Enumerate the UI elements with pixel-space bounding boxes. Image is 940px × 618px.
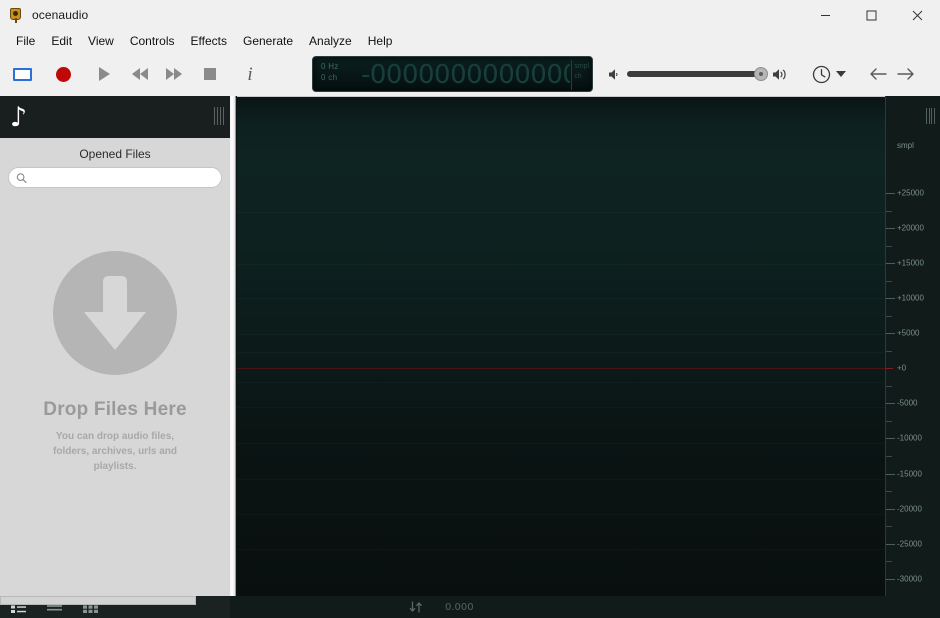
ruler-label: +10000 — [897, 293, 924, 303]
lcd-unit-info: smpl ch — [574, 62, 589, 82]
play-icon — [98, 67, 110, 81]
maximize-button[interactable] — [848, 0, 894, 30]
drop-zone[interactable]: Drop Files Here You can drop audio files… — [0, 188, 230, 596]
music-note-icon: ♪ — [10, 101, 28, 133]
lcd-display[interactable]: 0 Hz 0 ch -0000000000000 smpl ch — [312, 56, 593, 92]
sidebar-horizontal-scrollbar[interactable] — [0, 596, 196, 605]
menu-help[interactable]: Help — [360, 31, 401, 51]
rewind-button[interactable] — [124, 59, 156, 89]
lcd-unit-top: smpl — [574, 63, 589, 70]
back-button[interactable] — [864, 60, 892, 88]
ruler-grip-icon[interactable] — [926, 108, 935, 124]
panel-grip-icon[interactable] — [214, 107, 224, 125]
ruler-zero-tick — [886, 368, 893, 369]
stop-icon — [204, 68, 216, 80]
ruler-label: -30000 — [897, 574, 922, 584]
speaker-low-icon — [609, 68, 618, 80]
ruler-label: +20000 — [897, 223, 924, 233]
volume-slider[interactable] — [627, 67, 768, 81]
search-box[interactable] — [8, 167, 222, 188]
selection-rectangle-icon — [12, 67, 32, 81]
menu-controls[interactable]: Controls — [122, 31, 183, 51]
ruler-label: +0 — [897, 363, 907, 373]
search-container — [0, 167, 230, 188]
ruler-label: -5000 — [897, 398, 918, 408]
menu-generate[interactable]: Generate — [235, 31, 301, 51]
search-input[interactable] — [32, 171, 221, 184]
ruler-label: +5000 — [897, 328, 920, 338]
info-button[interactable]: i — [234, 59, 266, 89]
rewind-icon — [132, 68, 148, 80]
lcd-format-info: 0 Hz 0 ch — [321, 61, 339, 83]
stop-button[interactable] — [194, 59, 226, 89]
window-title: ocenaudio — [32, 8, 89, 22]
zero-amplitude-line — [237, 368, 885, 369]
menu-analyze[interactable]: Analyze — [301, 31, 360, 51]
sort-arrows-icon[interactable] — [409, 601, 423, 613]
lcd-time-display: -0000000000000 — [361, 60, 570, 90]
waveform-top-border — [237, 96, 885, 97]
download-arrow-icon — [53, 250, 177, 375]
record-icon — [55, 66, 71, 82]
play-button[interactable] — [88, 59, 120, 89]
menu-edit[interactable]: Edit — [43, 31, 80, 51]
status-bar: 0.000 — [230, 596, 940, 618]
title-bar: ocenaudio — [0, 0, 940, 30]
ruler-label: +15000 — [897, 258, 924, 268]
info-icon: i — [247, 63, 253, 85]
selection-tool-button[interactable] — [6, 59, 38, 89]
lcd-unit-bottom: ch — [574, 73, 582, 80]
ruler-label: -15000 — [897, 469, 922, 479]
fast-forward-icon — [166, 68, 182, 80]
sidebar-header: ♪ — [0, 96, 230, 138]
lcd-sample-rate: 0 Hz — [321, 62, 339, 71]
search-icon — [16, 172, 27, 183]
ruler-label: -20000 — [897, 504, 922, 514]
waveform-area: smpl +25000 +20000 +15000 +10000 +5000 +… — [230, 96, 940, 618]
ruler-label: +25000 — [897, 188, 924, 198]
arrow-left-icon — [870, 68, 887, 80]
waveform-canvas[interactable] — [237, 96, 885, 596]
close-button[interactable] — [894, 0, 940, 30]
lcd-divider — [571, 60, 572, 90]
ruler-label: -25000 — [897, 539, 922, 549]
panel-splitter[interactable] — [230, 96, 236, 618]
menu-bar: File Edit View Controls Effects Generate… — [0, 30, 940, 52]
amplitude-ruler[interactable]: smpl +25000 +20000 +15000 +10000 +5000 +… — [885, 96, 940, 596]
ocenaudio-window: ocenaudio File Edit View Controls Effect… — [0, 0, 940, 618]
chevron-down-icon — [836, 71, 846, 77]
playback-time: 0.000 — [445, 601, 474, 613]
ocenaudio-logo-icon — [8, 7, 24, 23]
menu-file[interactable]: File — [8, 31, 43, 51]
ruler-unit-label: smpl — [897, 141, 914, 150]
history-dropdown-button[interactable] — [808, 61, 850, 88]
menu-view[interactable]: View — [80, 31, 122, 51]
record-button[interactable] — [47, 59, 79, 89]
speaker-high-icon[interactable] — [771, 67, 790, 82]
fast-forward-button[interactable] — [158, 59, 190, 89]
arrow-right-icon — [897, 68, 914, 80]
lcd-channels: 0 ch — [321, 73, 338, 82]
forward-button[interactable] — [892, 60, 920, 88]
navigation-arrows — [864, 60, 920, 88]
drop-zone-subtitle: You can drop audio files, folders, archi… — [53, 430, 177, 472]
clock-icon — [812, 65, 831, 83]
menu-effects[interactable]: Effects — [183, 31, 235, 51]
minimize-button[interactable] — [802, 0, 848, 30]
opened-files-panel: ♪ Opened Files Drop Files Here You can d… — [0, 96, 230, 596]
main-toolbar: i 0 Hz 0 ch -0000000000000 smpl ch — [0, 52, 940, 96]
opened-files-title: Opened Files — [79, 147, 151, 161]
ruler-label: -10000 — [897, 433, 922, 443]
volume-slider-handle[interactable] — [754, 67, 768, 81]
window-controls — [802, 0, 940, 30]
drop-zone-title: Drop Files Here — [43, 398, 187, 420]
volume-control — [607, 67, 790, 82]
